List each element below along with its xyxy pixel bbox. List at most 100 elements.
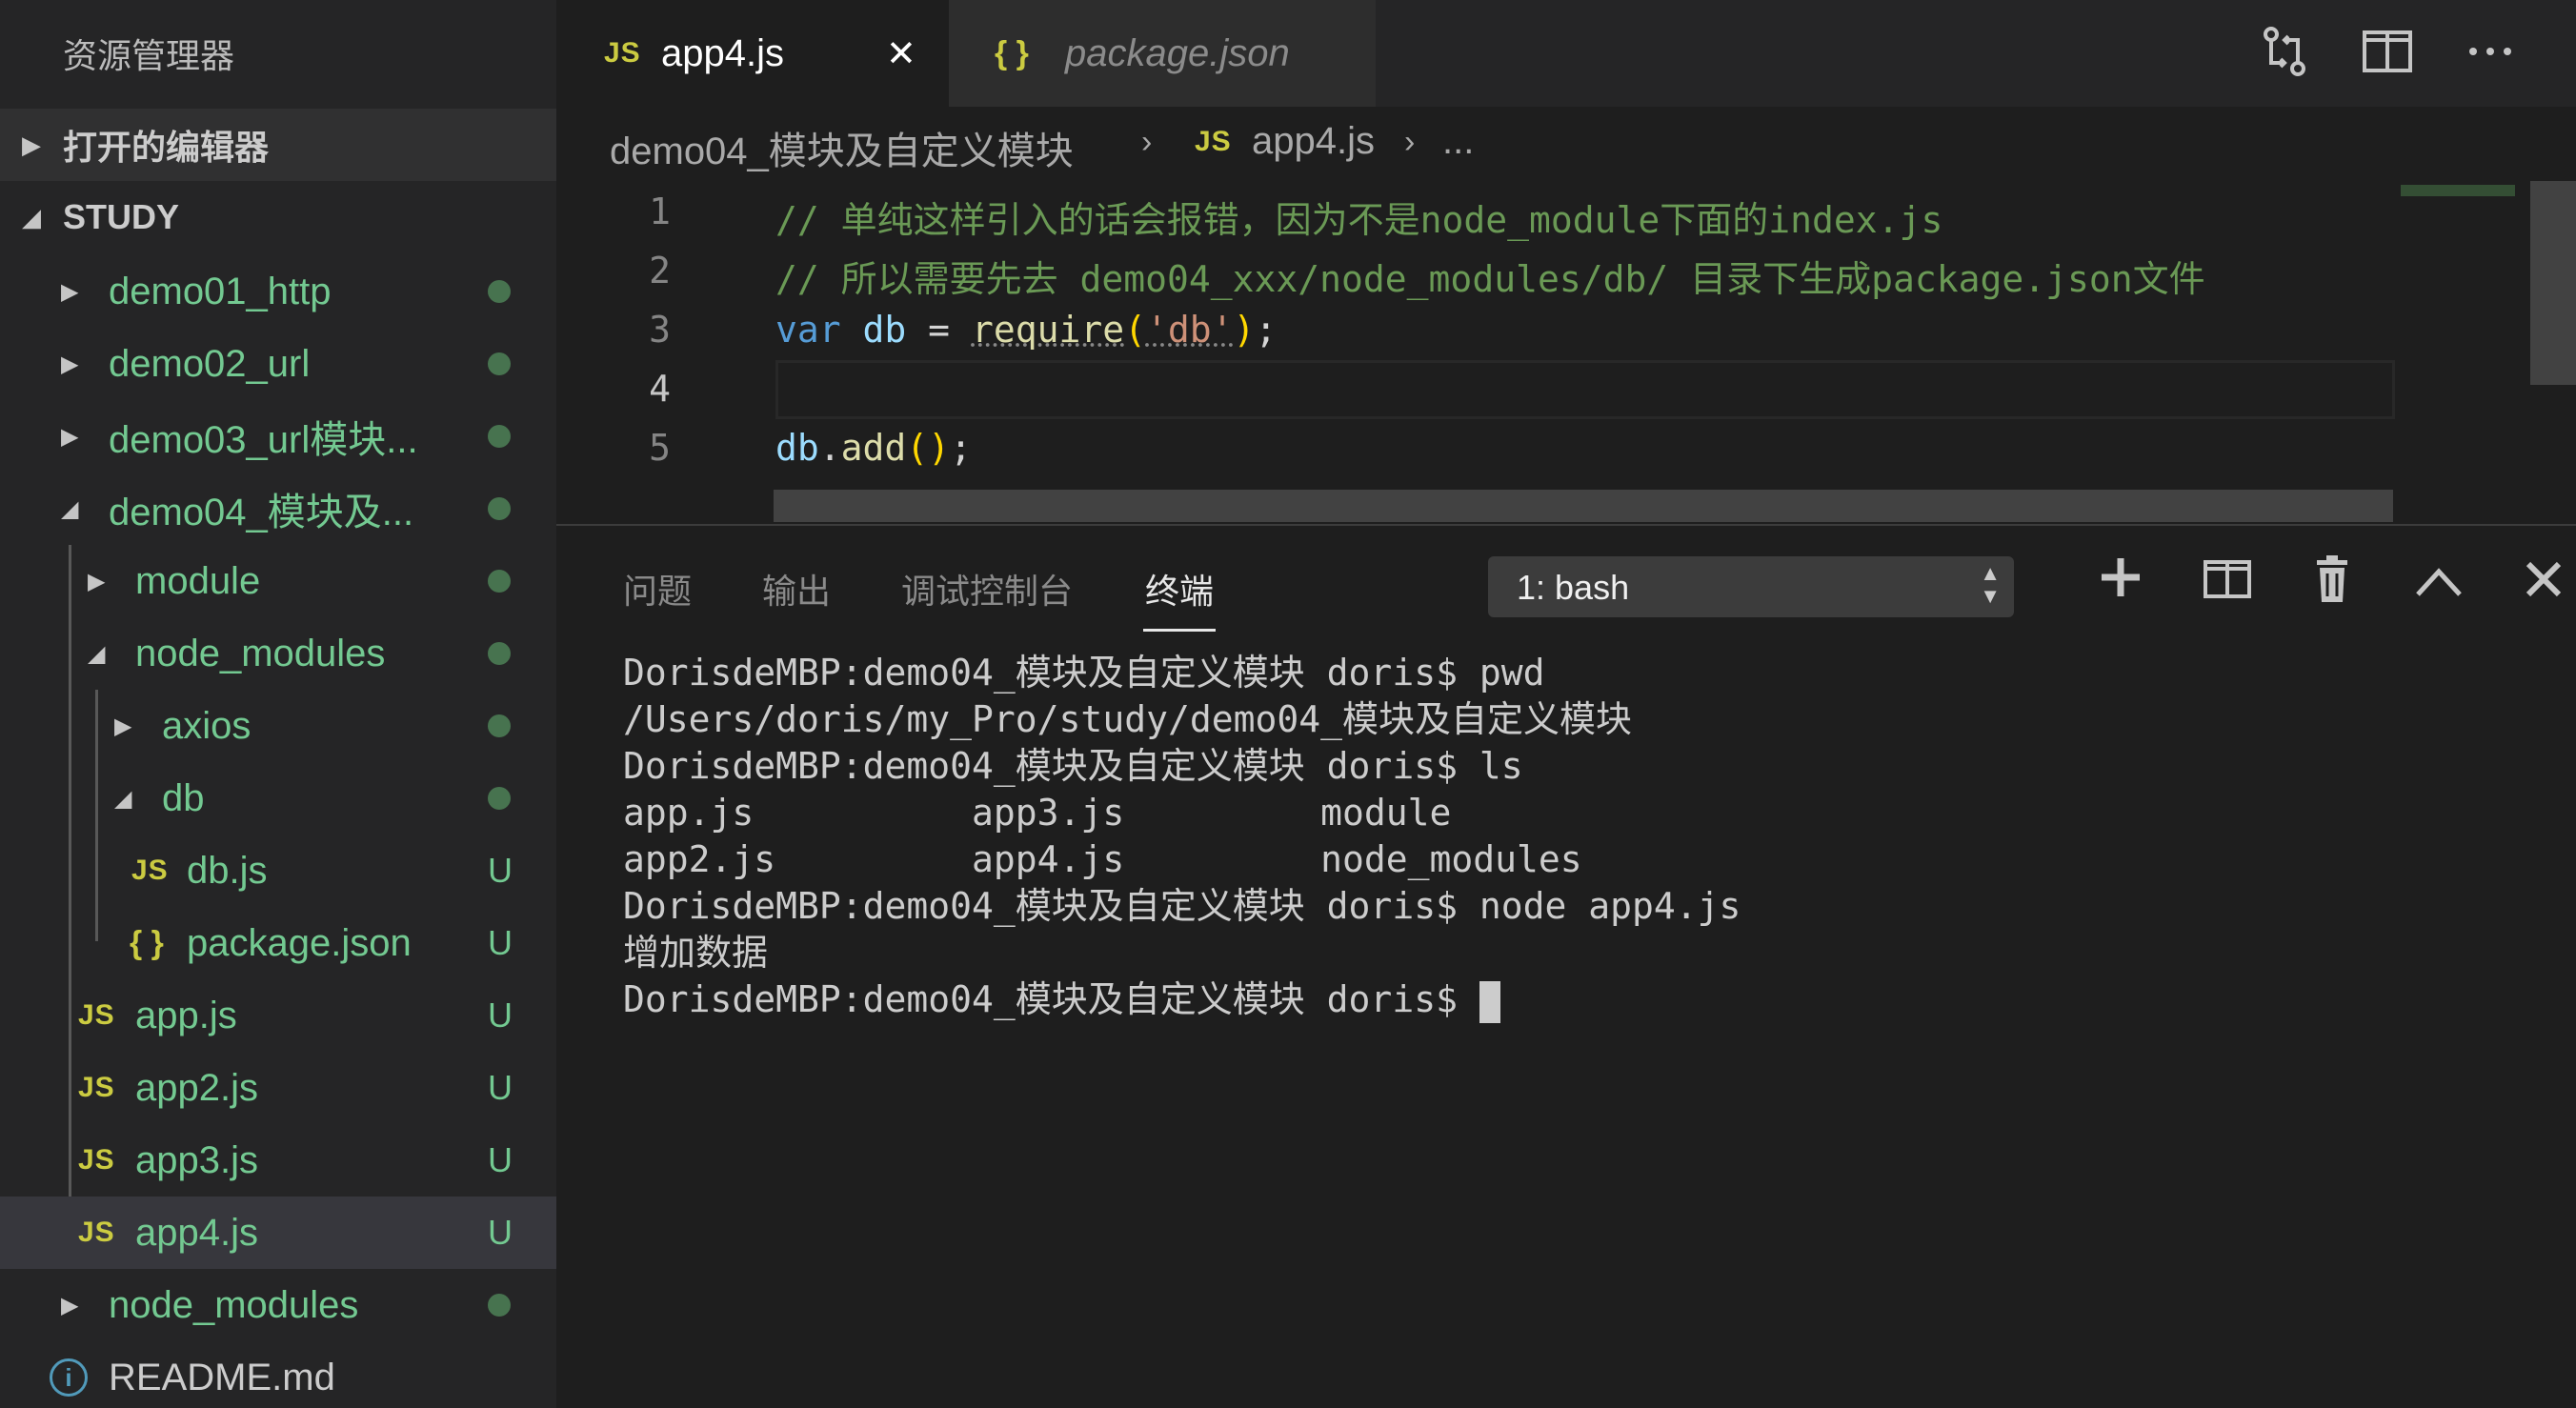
- json-file-icon: { }: [995, 34, 1029, 71]
- tree-item-db-js[interactable]: JS db.js U: [0, 835, 556, 907]
- chevron-right-icon: ▶: [61, 1292, 79, 1318]
- tree-item-app2-js[interactable]: JS app2.js U: [0, 1052, 556, 1124]
- tree-item-app-js[interactable]: JS app.js U: [0, 979, 556, 1052]
- git-status-dot: [488, 570, 511, 593]
- terminal-line: DorisdeMBP:demo04_模块及自定义模块 doris$ pwd: [623, 652, 1545, 694]
- tab-problems[interactable]: 问题: [623, 564, 692, 613]
- terminal-line: 增加数据: [623, 932, 769, 974]
- git-status-dot: [488, 425, 511, 448]
- breadcrumb-file[interactable]: app4.js: [1252, 120, 1375, 163]
- code-line: 5 db.add();: [556, 419, 2395, 478]
- git-compare-icon[interactable]: [2256, 25, 2313, 82]
- chevron-down-icon: ◢: [88, 640, 106, 667]
- breadcrumb-more[interactable]: ...: [1442, 120, 1474, 163]
- git-status-dot: [488, 280, 511, 303]
- split-terminal-icon[interactable]: [2197, 554, 2258, 615]
- tree-item-label: package.json: [187, 921, 412, 964]
- git-status-dot: [488, 642, 511, 665]
- more-actions-icon[interactable]: [2462, 25, 2519, 82]
- chevron-down-icon: ◢: [22, 202, 41, 231]
- tree-item-demo02[interactable]: ▶ demo02_url: [0, 328, 556, 400]
- tab-package-json[interactable]: { } package.json: [949, 0, 1376, 107]
- horizontal-scrollbar[interactable]: [774, 490, 2393, 522]
- minimap[interactable]: [2397, 181, 2530, 522]
- explorer-sidebar: 资源管理器 ▶ 打开的编辑器 ◢ STUDY ▶ demo01_http ▶ d…: [0, 0, 556, 1408]
- line-number: 4: [649, 368, 671, 410]
- tree-item-label: node_modules: [135, 632, 386, 674]
- line-number: 5: [649, 427, 671, 469]
- tab-output[interactable]: 输出: [762, 564, 831, 613]
- tree-item-label: demo02_url: [109, 342, 311, 385]
- semicolon: ;: [1255, 309, 1278, 351]
- new-terminal-icon[interactable]: [2090, 554, 2151, 615]
- tree-item-app4-js[interactable]: JS app4.js U: [0, 1197, 556, 1269]
- tree-item-package-json[interactable]: { } package.json U: [0, 907, 556, 979]
- code-line: 3 var db = require('db');: [556, 301, 2395, 360]
- code-line: 2 // 所以需要先去 demo04_xxx/node_modules/db/ …: [556, 242, 2395, 301]
- breadcrumb: demo04_模块及自定义模块 › JS app4.js › ...: [556, 107, 2576, 183]
- chevron-right-icon: ›: [1141, 124, 1153, 160]
- open-editors-section[interactable]: ▶ 打开的编辑器: [0, 109, 556, 181]
- active-tab-indicator: [1143, 629, 1216, 632]
- tree-item-label: node_modules: [109, 1283, 359, 1326]
- tree-item-db[interactable]: ◢ db: [0, 762, 556, 835]
- tree-item-demo03[interactable]: ▶ demo03_url模块...: [0, 400, 556, 473]
- workspace-label: STUDY: [63, 197, 180, 236]
- git-status-dot: [488, 1294, 511, 1317]
- tree-item-label: axios: [162, 704, 252, 747]
- maximize-panel-icon[interactable]: [2408, 554, 2469, 615]
- chevron-right-icon: ▶: [61, 351, 79, 377]
- vertical-scrollbar[interactable]: [2530, 181, 2576, 385]
- trash-icon[interactable]: [2302, 554, 2363, 615]
- code-statement: var db = require('db');: [775, 309, 1277, 351]
- tree-item-demo01[interactable]: ▶ demo01_http: [0, 255, 556, 328]
- json-file-icon: { }: [130, 924, 164, 961]
- tab-terminal[interactable]: 终端: [1145, 564, 1214, 613]
- code-line: 1 // 单纯这样引入的话会报错，因为不是node_module下面的index…: [556, 183, 2395, 242]
- operator: .: [818, 427, 841, 469]
- tree-item-demo04[interactable]: ◢ demo04_模块及...: [0, 473, 556, 545]
- code-line: 4: [556, 360, 2395, 419]
- breadcrumb-folder[interactable]: demo04_模块及自定义模块: [610, 120, 1074, 175]
- function-call: require: [971, 309, 1125, 351]
- tab-debug-console[interactable]: 调试控制台: [901, 564, 1073, 613]
- chevron-right-icon: ▶: [88, 568, 106, 594]
- js-file-icon: JS: [604, 37, 641, 69]
- tree-item-label: app.js: [135, 994, 237, 1036]
- line-number: 1: [649, 191, 671, 232]
- info-icon: i: [50, 1358, 88, 1397]
- workspace-section[interactable]: ◢ STUDY: [0, 181, 556, 253]
- terminal-select[interactable]: 1: bash ▲ ▼: [1488, 556, 2014, 617]
- tree-item-label: demo01_http: [109, 270, 332, 312]
- split-editor-icon[interactable]: [2359, 25, 2416, 82]
- tree-item-app3-js[interactable]: JS app3.js U: [0, 1124, 556, 1197]
- code-comment: // 单纯这样引入的话会报错，因为不是node_module下面的index.j…: [775, 199, 1943, 241]
- terminal-output[interactable]: DorisdeMBP:demo04_模块及自定义模块 doris$ pwd /U…: [623, 650, 1741, 1023]
- js-file-icon: JS: [78, 999, 115, 1031]
- git-status-dot: [488, 352, 511, 375]
- paren: (): [906, 427, 951, 469]
- open-editors-label: 打开的编辑器: [63, 128, 270, 167]
- git-status-dot: [488, 497, 511, 520]
- tab-app4-js[interactable]: JS app4.js ✕: [556, 0, 949, 107]
- tree-item-axios[interactable]: ▶ axios: [0, 690, 556, 762]
- tree-item-node-modules-root[interactable]: ▶ node_modules: [0, 1269, 556, 1341]
- tree-item-label: app3.js: [135, 1138, 258, 1181]
- tree-item-node-modules[interactable]: ◢ node_modules: [0, 617, 556, 690]
- chevron-right-icon: ▶: [22, 130, 41, 159]
- terminal-line: /Users/doris/my_Pro/study/demo04_模块及自定义模…: [623, 698, 1632, 740]
- close-icon[interactable]: ✕: [886, 32, 916, 75]
- tab-label: app4.js: [661, 31, 784, 74]
- git-status-untracked: U: [488, 923, 513, 962]
- line-number: 2: [649, 250, 671, 292]
- code-editor[interactable]: 1 // 单纯这样引入的话会报错，因为不是node_module下面的index…: [556, 183, 2576, 522]
- tree-item-label: demo03_url模块...: [109, 419, 418, 461]
- tree-item-readme[interactable]: i README.md: [0, 1341, 556, 1408]
- chevron-right-icon: ▶: [114, 713, 132, 739]
- close-panel-icon[interactable]: [2513, 554, 2574, 615]
- terminal-line: app.js app3.js module: [623, 792, 1452, 834]
- function-call: add: [840, 427, 907, 469]
- tree-item-module[interactable]: ▶ module: [0, 545, 556, 617]
- js-file-icon: JS: [78, 1217, 115, 1248]
- editor-tab-bar: JS app4.js ✕ { } package.json: [556, 0, 2576, 107]
